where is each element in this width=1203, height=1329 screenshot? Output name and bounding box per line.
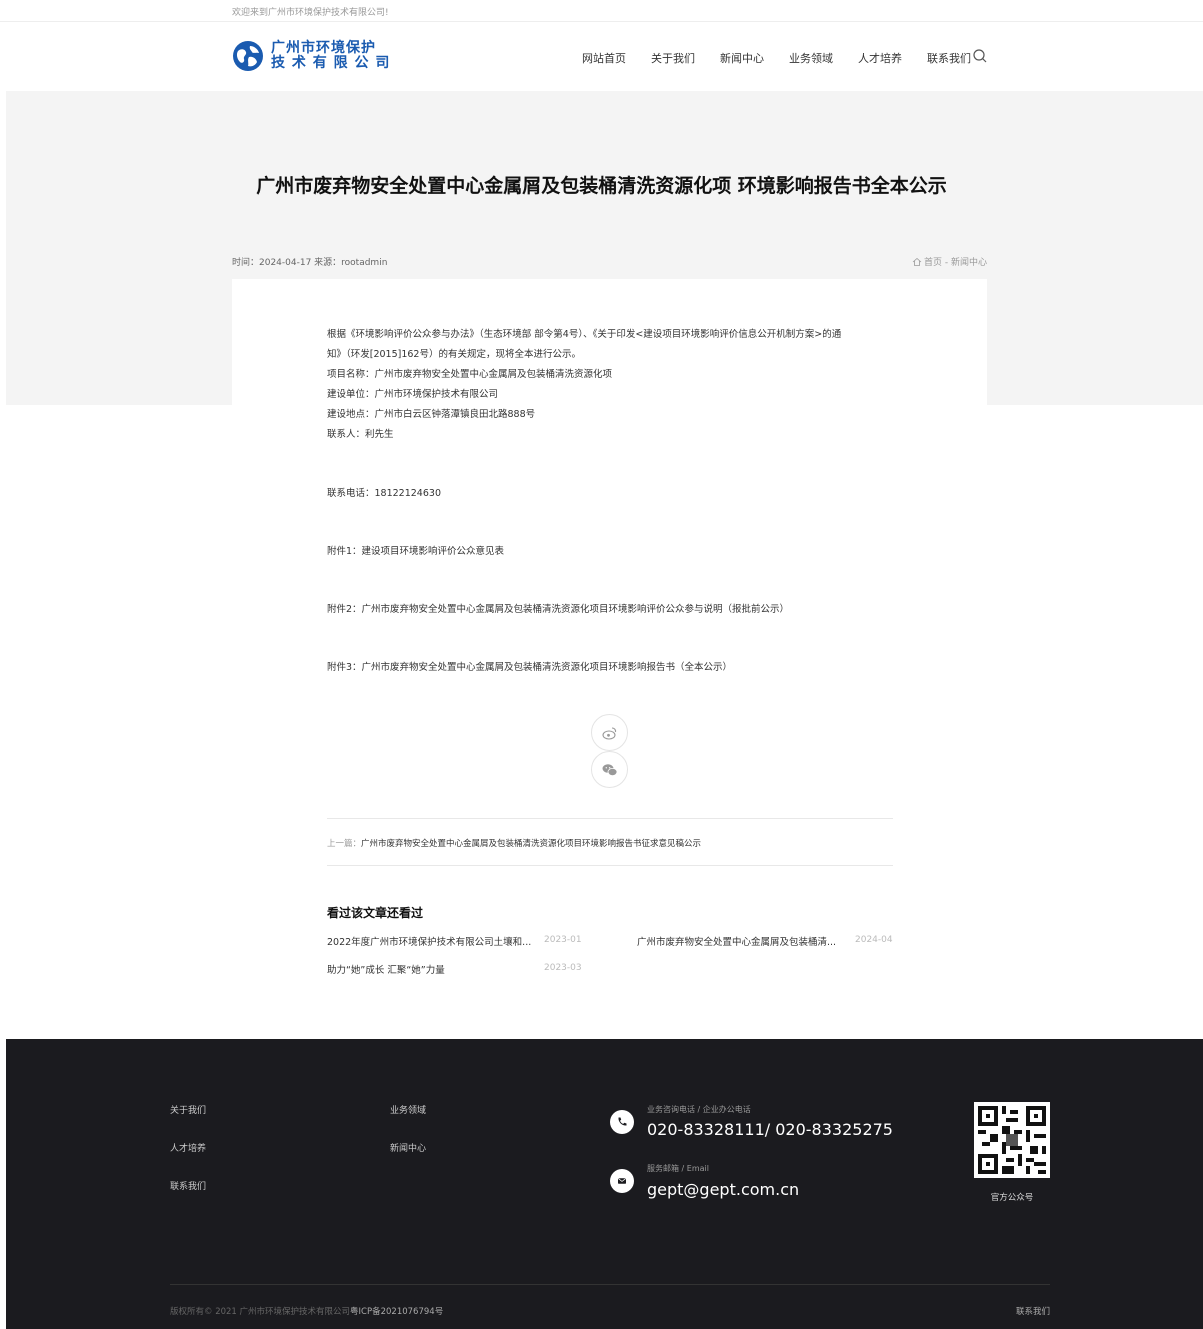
- footer-email[interactable]: gept@gept.com.cn: [647, 1180, 799, 1199]
- attachment-3-link[interactable]: 附件3：广州市废弃物安全处置中心金属屑及包装桶清洗资源化项目环境影响报告书（全本…: [327, 659, 732, 673]
- attachment-2-link[interactable]: 附件2：广州市废弃物安全处置中心金属屑及包装桶清洗资源化项目环境影响评价公众参与…: [327, 601, 789, 615]
- copyright: 版权所有© 2021 广州市环境保护技术有限公司粤ICP备2021076794号: [170, 1305, 443, 1317]
- logo-line2: 技 术 有 限 公 司: [271, 55, 391, 71]
- phone-icon: [610, 1110, 634, 1134]
- nav-contact[interactable]: 联系我们: [927, 50, 971, 66]
- related-item[interactable]: 助力“她”成长 汇聚“她”力量: [327, 962, 445, 976]
- welcome-text: 欢迎来到广州市环境保护技术有限公司!: [232, 8, 389, 18]
- footer-link-business[interactable]: 业务领域: [390, 1103, 426, 1116]
- related-item[interactable]: 广州市废弃物安全处置中心金属屑及包装桶清...: [637, 934, 836, 948]
- divider: [327, 865, 893, 866]
- wechat-icon: [602, 763, 617, 776]
- header: 广州市环境保护 技 术 有 限 公 司 网站首页 关于我们 新闻中心 业务领域 …: [0, 22, 1203, 90]
- phone-label: 业务咨询电话 / 企业办公电话: [647, 1105, 751, 1114]
- prev-article[interactable]: 上一篇：广州市废弃物安全处置中心金属屑及包装桶清洗资源化项目环境影响报告书征求意…: [327, 837, 701, 849]
- footer: 关于我们 人才培养 联系我们 业务领域 新闻中心 业务咨询电话 / 企业办公电话…: [6, 1039, 1203, 1329]
- body-line: 知》（环发[2015]162号）的有关规定，现将全本进行公示。: [327, 349, 581, 360]
- welcome-bar: 欢迎来到广州市环境保护技术有限公司!: [0, 0, 1203, 22]
- qr-code-image: [974, 1102, 1050, 1178]
- related-date: 2023-01: [544, 935, 582, 945]
- prev-title[interactable]: 广州市废弃物安全处置中心金属屑及包装桶清洗资源化项目环境影响报告书征求意见稿公示: [361, 839, 701, 849]
- article-title: 广州市废弃物安全处置中心金属屑及包装桶清洗资源化项 环境影响报告书全本公示: [256, 175, 947, 197]
- prev-label: 上一篇：: [327, 839, 362, 849]
- footer-divider: [170, 1284, 1050, 1285]
- qr-caption: 官方公众号: [990, 1193, 1034, 1203]
- main-nav: 网站首页 关于我们 新闻中心 业务领域 人才培养 联系我们: [582, 50, 996, 66]
- globe-logo-icon: [233, 41, 263, 71]
- article-body: 根据《环境影响评价公众参与办法》（生态环境部 部令第4号）、《关于印发<建设项目…: [327, 325, 897, 445]
- body-line: 项目名称：广州市废弃物安全处置中心金属屑及包装桶清洗资源化项: [327, 369, 613, 380]
- icp-link[interactable]: 粤ICP备2021076794号: [350, 1307, 443, 1317]
- body-line: 联系人：利先生: [327, 429, 394, 440]
- body-line: 根据《环境影响评价公众参与办法》（生态环境部 部令第4号）、《关于印发<建设项目…: [327, 329, 842, 340]
- attachment-1-link[interactable]: 附件1：建设项目环境影响评价公众意见表: [327, 543, 504, 557]
- weibo-share-button[interactable]: [591, 714, 628, 751]
- email-label: 服务邮箱 / Email: [647, 1164, 709, 1173]
- wechat-share-button[interactable]: [591, 751, 628, 788]
- divider: [327, 818, 893, 819]
- home-icon: [912, 257, 922, 266]
- logo-line1: 广州市环境保护: [271, 40, 376, 56]
- contact-phone: 联系电话：18122124630: [327, 488, 441, 499]
- breadcrumb[interactable]: 首页 - 新闻中心: [912, 255, 987, 268]
- article-meta: 时间：2024-04-17 来源：rootadmin: [232, 258, 388, 268]
- copyright-text: 版权所有© 2021 广州市环境保护技术有限公司: [170, 1307, 351, 1317]
- search-icon[interactable]: [972, 48, 988, 64]
- related-date: 2023-03: [544, 963, 582, 973]
- site-logo[interactable]: 广州市环境保护 技 术 有 限 公 司: [232, 40, 390, 72]
- body-line: 建设单位：广州市环境保护技术有限公司: [327, 389, 499, 400]
- footer-phone: 020-83328111/ 020-83325275: [647, 1120, 893, 1139]
- nav-talent[interactable]: 人才培养: [858, 50, 902, 66]
- footer-link-about[interactable]: 关于我们: [170, 1103, 206, 1116]
- related-date: 2024-04: [855, 935, 893, 945]
- weibo-icon: [601, 726, 616, 740]
- nav-home[interactable]: 网站首页: [582, 50, 626, 66]
- footer-link-news[interactable]: 新闻中心: [390, 1141, 426, 1154]
- nav-news[interactable]: 新闻中心: [720, 50, 764, 66]
- related-title: 看过该文章还看过: [327, 906, 424, 920]
- breadcrumb-text: 首页 - 新闻中心: [924, 258, 987, 268]
- nav-about[interactable]: 关于我们: [651, 50, 695, 66]
- mail-icon: [610, 1169, 634, 1193]
- footer-link-talent[interactable]: 人才培养: [170, 1141, 206, 1154]
- nav-business[interactable]: 业务领域: [789, 50, 833, 66]
- body-line: 建设地点：广州市白云区钟落潭镇良田北路888号: [327, 409, 536, 420]
- related-item[interactable]: 2022年度广州市环境保护技术有限公司土壤和...: [327, 934, 531, 948]
- footer-link-contact[interactable]: 联系我们: [170, 1179, 206, 1192]
- footer-contact-link[interactable]: 联系我们: [1016, 1305, 1050, 1317]
